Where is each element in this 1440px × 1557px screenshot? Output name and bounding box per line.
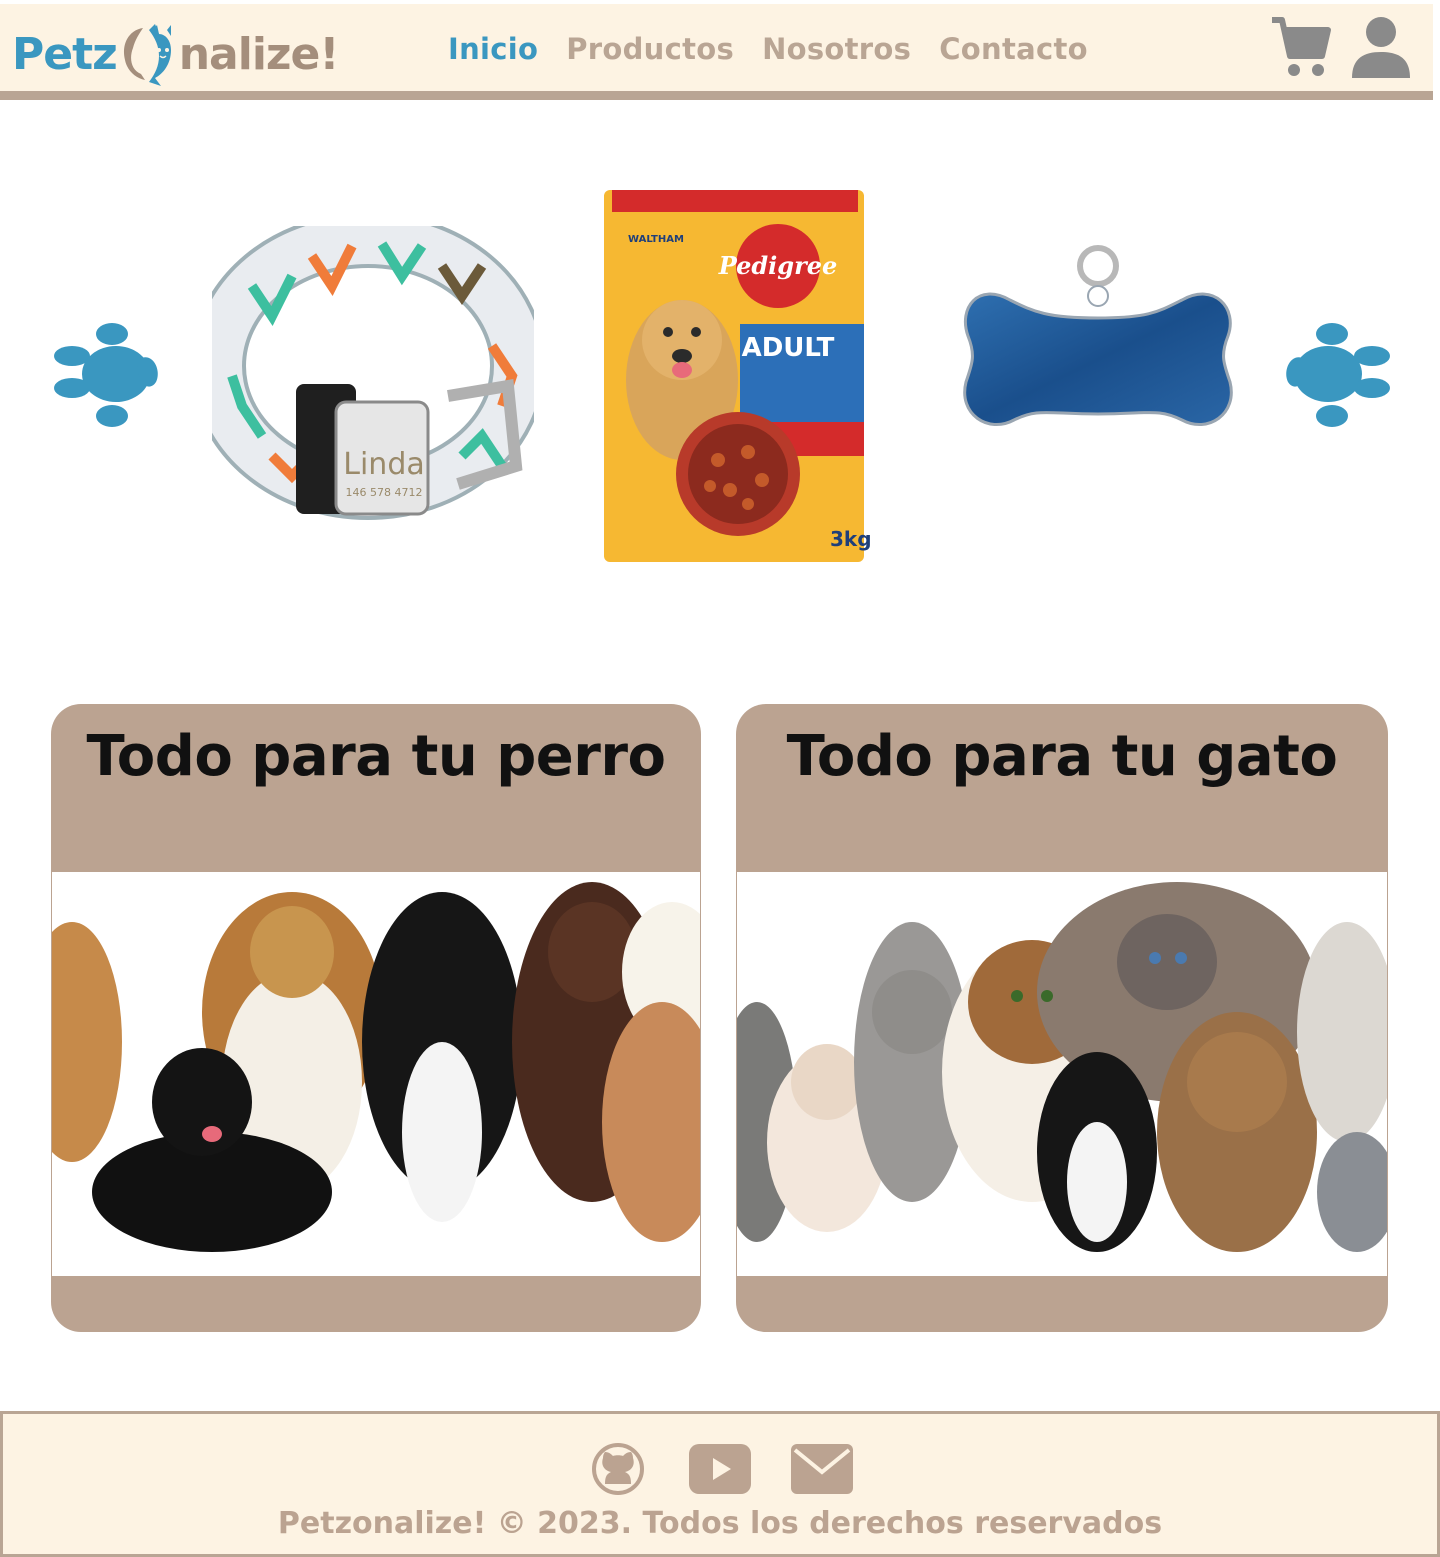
svg-text:146 578 4712: 146 578 4712 bbox=[346, 486, 423, 499]
site-logo[interactable]: Petz nalize! bbox=[12, 22, 340, 86]
logo-text-end: nalize! bbox=[178, 28, 340, 80]
svg-text:Pedigree: Pedigree bbox=[718, 251, 838, 280]
nav-contacto[interactable]: Contacto bbox=[939, 32, 1088, 66]
product-carousel: Linda 146 578 4712 WALTHAM Pedigree ADUL… bbox=[0, 150, 1440, 610]
nav-inicio[interactable]: Inicio bbox=[448, 32, 538, 66]
social-links bbox=[3, 1442, 1437, 1496]
main-nav: Inicio Productos Nosotros Contacto bbox=[448, 32, 1088, 66]
dog-category-card[interactable]: Todo para tu perro bbox=[51, 704, 701, 1332]
site-header: Petz nalize! Inicio Productos Nosotros C… bbox=[0, 4, 1433, 100]
paw-right-icon[interactable] bbox=[1282, 320, 1392, 430]
nav-productos[interactable]: Productos bbox=[566, 32, 734, 66]
dog-card-title: Todo para tu perro bbox=[86, 724, 666, 789]
svg-text:Linda: Linda bbox=[343, 447, 425, 482]
collar-image: Linda 146 578 4712 bbox=[212, 226, 534, 520]
cat-category-card[interactable]: Todo para tu gato bbox=[736, 704, 1388, 1332]
site-footer: Petzonalize! © 2023. Todos los derechos … bbox=[0, 1411, 1440, 1557]
logo-text-start: Petz bbox=[12, 28, 118, 80]
svg-text:WALTHAM: WALTHAM bbox=[628, 234, 684, 245]
cart-icon[interactable] bbox=[1270, 14, 1332, 80]
user-icon[interactable] bbox=[1350, 14, 1412, 78]
svg-text:3kg: 3kg bbox=[830, 527, 870, 551]
copyright-text: Petzonalize! © 2023. Todos los derechos … bbox=[277, 1506, 1163, 1541]
paw-left-icon[interactable] bbox=[52, 320, 162, 430]
cat-card-title: Todo para tu gato bbox=[786, 724, 1338, 789]
youtube-icon[interactable] bbox=[687, 1442, 753, 1496]
logo-pet-icon bbox=[123, 24, 171, 86]
dogs-photo bbox=[52, 872, 700, 1276]
bone-id-tag-image bbox=[963, 245, 1233, 426]
mail-icon[interactable] bbox=[789, 1442, 855, 1496]
github-icon[interactable] bbox=[585, 1442, 651, 1496]
cats-photo bbox=[737, 872, 1387, 1276]
dog-food-bag-image: WALTHAM Pedigree ADULT 3kg bbox=[604, 190, 870, 562]
nav-nosotros[interactable]: Nosotros bbox=[762, 32, 911, 66]
svg-text:ADULT: ADULT bbox=[742, 333, 835, 363]
